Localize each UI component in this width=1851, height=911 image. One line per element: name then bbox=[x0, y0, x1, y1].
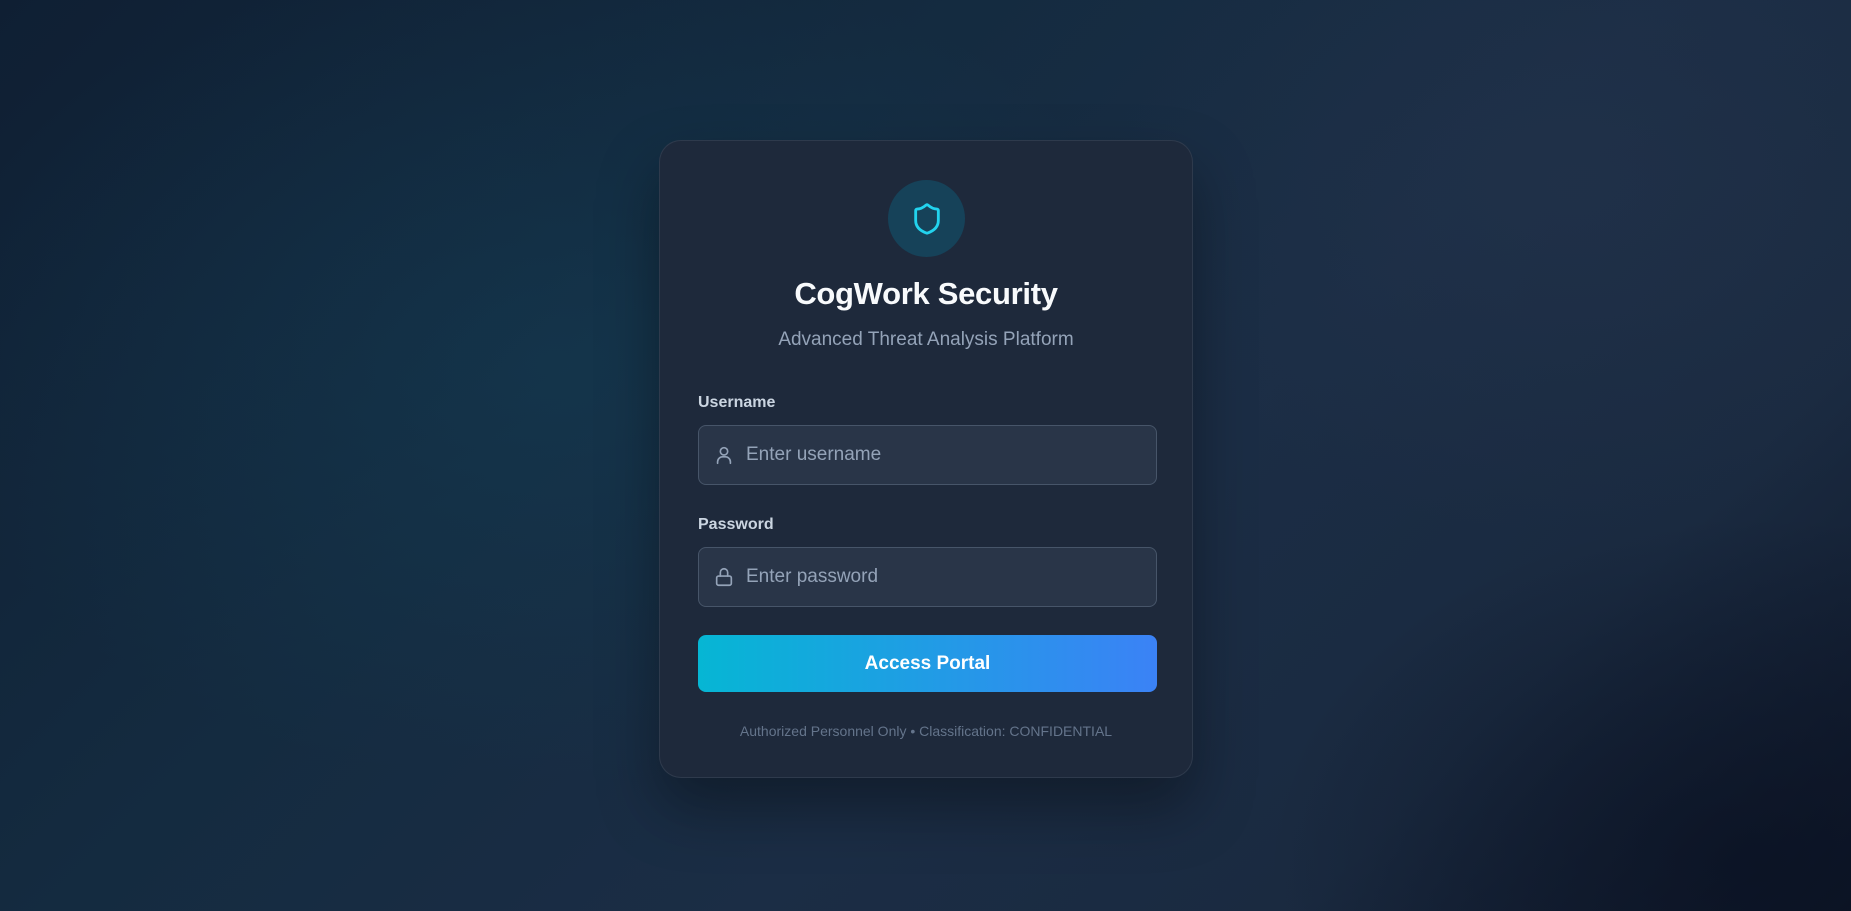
app-title: CogWork Security bbox=[794, 276, 1058, 311]
username-label: Username bbox=[698, 394, 776, 411]
access-portal-button[interactable]: Access Portal bbox=[698, 635, 1157, 692]
app-subtitle: Advanced Threat Analysis Platform bbox=[778, 329, 1074, 350]
username-field[interactable] bbox=[698, 425, 1157, 485]
password-field[interactable] bbox=[698, 547, 1157, 607]
username-input[interactable] bbox=[746, 426, 1146, 484]
login-card: CogWork Security Advanced Threat Analysi… bbox=[659, 140, 1193, 778]
footer-notice: Authorized Personnel Only • Classificati… bbox=[739, 723, 1113, 739]
shield-icon bbox=[913, 202, 940, 235]
logo-badge bbox=[888, 180, 965, 257]
lock-icon bbox=[715, 567, 733, 587]
password-input[interactable] bbox=[746, 548, 1146, 606]
user-icon bbox=[716, 446, 732, 465]
password-label: Password bbox=[698, 516, 774, 533]
